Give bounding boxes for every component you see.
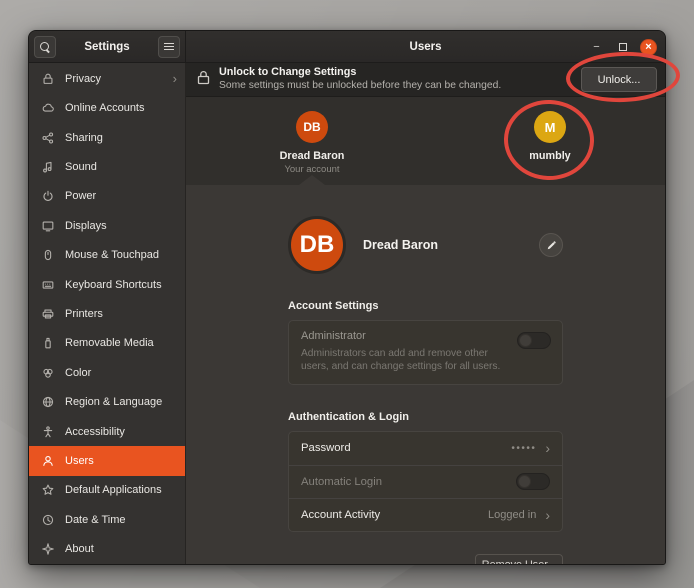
menu-button[interactable]: [158, 36, 180, 58]
infobar-subtitle: Some settings must be unlocked before th…: [219, 80, 501, 93]
keyboard-icon: [40, 277, 55, 292]
headerbar: Settings Users − ×: [29, 31, 665, 63]
printer-icon: [40, 306, 55, 321]
sidebar: Privacy › Online Accounts Sharing Sound …: [29, 63, 186, 564]
sidebar-item-users[interactable]: Users: [29, 446, 185, 475]
sidebar-item-printers[interactable]: Printers: [29, 299, 185, 328]
mouse-icon: [40, 248, 55, 263]
password-label: Password: [301, 442, 351, 454]
sidebar-item-removable-media[interactable]: Removable Media: [29, 329, 185, 358]
automatic-login-label: Automatic Login: [301, 476, 382, 488]
display-icon: [40, 218, 55, 233]
accessibility-icon: [40, 424, 55, 439]
automatic-login-toggle[interactable]: [516, 473, 550, 490]
headerbar-left: Settings: [29, 31, 186, 62]
clock-icon: [40, 512, 55, 527]
cloud-icon: [40, 101, 55, 116]
chevron-right-icon: ›: [545, 441, 550, 455]
auth-login-header: Authentication & Login: [288, 411, 563, 423]
automatic-login-row: Automatic Login: [289, 465, 562, 498]
avatar: M: [534, 111, 566, 143]
carousel-user-dread-baron[interactable]: DB Dread Baron Your account: [262, 111, 362, 175]
password-value: •••••: [511, 443, 536, 454]
carousel-user-mumbly[interactable]: M mumbly: [500, 111, 600, 162]
hamburger-icon: [164, 43, 174, 51]
user-details: DB Dread Baron Account Settings Administ…: [186, 185, 665, 564]
user-header: DB Dread Baron: [288, 216, 563, 274]
settings-window: Settings Users − × Privacy › Online A: [28, 30, 666, 565]
carousel-user-name: Dread Baron: [280, 150, 345, 162]
toggle-knob: [519, 334, 532, 347]
avatar: DB: [296, 111, 328, 143]
edit-name-button[interactable]: [539, 233, 563, 257]
sidebar-item-default-applications[interactable]: Default Applications: [29, 476, 185, 505]
sidebar-item-power[interactable]: Power: [29, 182, 185, 211]
unlock-button[interactable]: Unlock...: [581, 67, 657, 92]
sidebar-item-mouse-touchpad[interactable]: Mouse & Touchpad: [29, 240, 185, 269]
account-activity-row[interactable]: Account Activity Logged in ›: [289, 498, 562, 531]
sidebar-item-color[interactable]: Color: [29, 358, 185, 387]
sidebar-item-date-time[interactable]: Date & Time: [29, 505, 185, 534]
avatar: DB: [288, 216, 346, 274]
close-button[interactable]: ×: [640, 39, 657, 56]
account-activity-value: Logged in: [488, 509, 536, 521]
minimize-button[interactable]: −: [588, 39, 605, 56]
remove-user-button[interactable]: Remove User...: [475, 554, 563, 564]
color-icon: [40, 365, 55, 380]
sidebar-item-about[interactable]: About: [29, 535, 185, 564]
sidebar-item-keyboard-shortcuts[interactable]: Keyboard Shortcuts: [29, 270, 185, 299]
auth-login-card: Password ••••• › Automatic Login: [288, 431, 563, 533]
maximize-icon: [619, 43, 627, 51]
star-icon: [40, 483, 55, 498]
search-button[interactable]: [34, 36, 56, 58]
carousel-user-name: mumbly: [529, 150, 570, 162]
sidebar-item-accessibility[interactable]: Accessibility: [29, 417, 185, 446]
lock-icon: [197, 70, 210, 90]
sparkle-icon: [40, 542, 55, 557]
sidebar-item-sound[interactable]: Sound: [29, 152, 185, 181]
power-icon: [40, 189, 55, 204]
share-icon: [40, 130, 55, 145]
settings-title: Settings: [84, 41, 129, 53]
user-carousel: DB Dread Baron Your account M mumbly: [186, 97, 665, 185]
administrator-toggle[interactable]: [517, 332, 551, 349]
headerbar-right: Users − ×: [186, 31, 665, 62]
account-settings-header: Account Settings: [288, 300, 563, 312]
music-note-icon: [40, 159, 55, 174]
infobar-title: Unlock to Change Settings: [219, 66, 501, 79]
infobar-text: Unlock to Change Settings Some settings …: [219, 66, 501, 92]
sidebar-item-online-accounts[interactable]: Online Accounts: [29, 93, 185, 122]
toggle-knob: [518, 475, 531, 488]
account-activity-label: Account Activity: [301, 509, 380, 521]
sidebar-item-region-language[interactable]: Region & Language: [29, 387, 185, 416]
sidebar-item-sharing[interactable]: Sharing: [29, 123, 185, 152]
users-panel: Unlock to Change Settings Some settings …: [186, 63, 665, 564]
sidebar-item-privacy[interactable]: Privacy ›: [29, 64, 185, 93]
globe-icon: [40, 395, 55, 410]
user-name: Dread Baron: [363, 238, 438, 252]
search-icon: [40, 42, 50, 52]
administrator-card: Administrator Administrators can add and…: [288, 320, 563, 385]
removable-media-icon: [40, 336, 55, 351]
chevron-right-icon: ›: [173, 72, 177, 85]
sidebar-item-displays[interactable]: Displays: [29, 211, 185, 240]
carousel-user-subtitle: Your account: [284, 164, 339, 175]
unlock-infobar: Unlock to Change Settings Some settings …: [186, 63, 665, 97]
maximize-button[interactable]: [614, 39, 631, 56]
users-icon: [40, 453, 55, 468]
lock-icon: [40, 71, 55, 86]
window-controls: − ×: [588, 31, 657, 63]
password-row[interactable]: Password ••••• ›: [289, 432, 562, 465]
selected-user-pointer: [299, 175, 325, 185]
administrator-description: Administrators can add and remove other …: [301, 347, 506, 374]
chevron-right-icon: ›: [545, 508, 550, 522]
pencil-icon: [546, 240, 557, 251]
administrator-label: Administrator: [301, 330, 550, 342]
